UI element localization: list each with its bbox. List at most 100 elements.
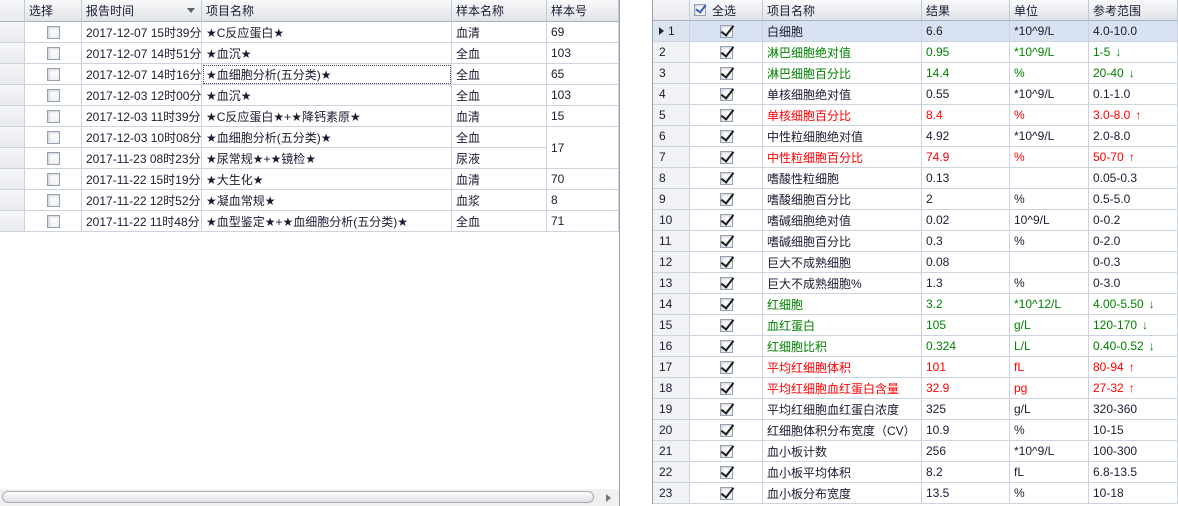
select-all-checkbox[interactable] bbox=[694, 4, 706, 16]
result-row-checkbox[interactable] bbox=[720, 340, 733, 353]
result-rownum-cell[interactable]: 4 bbox=[653, 84, 690, 105]
result-row-checkbox[interactable] bbox=[720, 445, 733, 458]
sample-name-cell[interactable]: 血清 bbox=[452, 106, 547, 127]
result-row-checkbox[interactable] bbox=[720, 256, 733, 269]
report-item-cell[interactable]: ★尿常规★+★镜检★ bbox=[202, 148, 452, 169]
result-select-cell[interactable] bbox=[690, 189, 763, 210]
sample-no-cell[interactable]: 70 bbox=[547, 169, 619, 190]
result-range-cell[interactable]: 27-32↑ bbox=[1089, 378, 1178, 399]
result-rownum-cell[interactable]: 6 bbox=[653, 126, 690, 147]
report-item-cell[interactable]: ★血细胞分析(五分类)★ bbox=[202, 64, 452, 85]
select-cell[interactable] bbox=[25, 169, 82, 190]
report-item-cell[interactable]: ★C反应蛋白★+★降钙素原★ bbox=[202, 106, 452, 127]
result-item-cell[interactable]: 血小板平均体积 bbox=[763, 462, 922, 483]
result-value-cell[interactable]: 325 bbox=[922, 399, 1010, 420]
result-unit-cell[interactable]: *10^12/L bbox=[1010, 294, 1089, 315]
result-rownum-cell[interactable]: 23 bbox=[653, 483, 690, 504]
result-range-cell[interactable]: 0.5-5.0 bbox=[1089, 189, 1178, 210]
result-range-cell[interactable]: 4.0-10.0 bbox=[1089, 21, 1178, 42]
result-rownum-cell[interactable]: 3 bbox=[653, 63, 690, 84]
report-time-cell[interactable]: 2017-12-03 12时00分 bbox=[82, 85, 202, 106]
result-unit-cell[interactable]: *10^9/L bbox=[1010, 126, 1089, 147]
result-value-cell[interactable]: 256 bbox=[922, 441, 1010, 462]
row-select-checkbox[interactable] bbox=[47, 110, 60, 123]
row-select-checkbox[interactable] bbox=[47, 152, 60, 165]
result-unit-cell[interactable]: % bbox=[1010, 231, 1089, 252]
row-select-checkbox[interactable] bbox=[47, 173, 60, 186]
sample-name-cell[interactable]: 全血 bbox=[452, 64, 547, 85]
result-row-checkbox[interactable] bbox=[720, 277, 733, 290]
result-select-cell[interactable] bbox=[690, 126, 763, 147]
result-row-checkbox[interactable] bbox=[720, 46, 733, 59]
result-value-cell[interactable]: 105 bbox=[922, 315, 1010, 336]
result-item-cell[interactable]: 单核细胞百分比 bbox=[763, 105, 922, 126]
select-cell[interactable] bbox=[25, 211, 82, 232]
result-rownum-cell[interactable]: 5 bbox=[653, 105, 690, 126]
result-select-cell[interactable] bbox=[690, 441, 763, 462]
result-unit-cell[interactable] bbox=[1010, 252, 1089, 273]
result-row-checkbox[interactable] bbox=[720, 298, 733, 311]
results-header-select-all[interactable]: 全选 bbox=[690, 0, 763, 21]
result-row-checkbox[interactable] bbox=[720, 214, 733, 227]
result-item-cell[interactable]: 红细胞 bbox=[763, 294, 922, 315]
result-rownum-cell[interactable]: 22 bbox=[653, 462, 690, 483]
result-value-cell[interactable]: 1.3 bbox=[922, 273, 1010, 294]
result-unit-cell[interactable]: % bbox=[1010, 105, 1089, 126]
result-rownum-cell[interactable]: 7 bbox=[653, 147, 690, 168]
result-item-cell[interactable]: 白细胞 bbox=[763, 21, 922, 42]
row-indicator[interactable] bbox=[0, 211, 25, 232]
result-item-cell[interactable]: 嗜酸性粒细胞 bbox=[763, 168, 922, 189]
row-indicator[interactable] bbox=[0, 64, 25, 85]
row-select-checkbox[interactable] bbox=[47, 131, 60, 144]
result-row-checkbox[interactable] bbox=[720, 235, 733, 248]
result-value-cell[interactable]: 13.5 bbox=[922, 483, 1010, 504]
result-rownum-cell[interactable]: 21 bbox=[653, 441, 690, 462]
filter-dropdown-icon[interactable] bbox=[187, 8, 195, 13]
result-item-cell[interactable]: 平均红细胞血红蛋白浓度 bbox=[763, 399, 922, 420]
result-select-cell[interactable] bbox=[690, 63, 763, 84]
result-range-cell[interactable]: 320-360 bbox=[1089, 399, 1178, 420]
result-row-checkbox[interactable] bbox=[720, 88, 733, 101]
result-unit-cell[interactable]: *10^9/L bbox=[1010, 42, 1089, 63]
result-select-cell[interactable] bbox=[690, 294, 763, 315]
result-select-cell[interactable] bbox=[690, 399, 763, 420]
result-unit-cell[interactable]: *10^9/L bbox=[1010, 441, 1089, 462]
result-rownum-cell[interactable]: 17 bbox=[653, 357, 690, 378]
sample-name-cell[interactable]: 尿液 bbox=[452, 148, 547, 169]
select-cell[interactable] bbox=[25, 22, 82, 43]
result-item-cell[interactable]: 中性粒细胞百分比 bbox=[763, 147, 922, 168]
result-item-cell[interactable]: 单核细胞绝对值 bbox=[763, 84, 922, 105]
result-rownum-cell[interactable]: 13 bbox=[653, 273, 690, 294]
row-indicator[interactable] bbox=[0, 127, 25, 148]
result-range-cell[interactable]: 0-2.0 bbox=[1089, 231, 1178, 252]
result-select-cell[interactable] bbox=[690, 483, 763, 504]
result-item-cell[interactable]: 中性粒细胞绝对值 bbox=[763, 126, 922, 147]
result-range-cell[interactable]: 0.1-1.0 bbox=[1089, 84, 1178, 105]
result-row-checkbox[interactable] bbox=[720, 403, 733, 416]
row-select-checkbox[interactable] bbox=[47, 194, 60, 207]
result-row-checkbox[interactable] bbox=[720, 130, 733, 143]
result-range-cell[interactable]: 1-5↓ bbox=[1089, 42, 1178, 63]
row-select-checkbox[interactable] bbox=[47, 26, 60, 39]
result-value-cell[interactable]: 0.55 bbox=[922, 84, 1010, 105]
result-unit-cell[interactable]: % bbox=[1010, 420, 1089, 441]
result-range-cell[interactable]: 3.0-8.0↑ bbox=[1089, 105, 1178, 126]
result-select-cell[interactable] bbox=[690, 84, 763, 105]
result-select-cell[interactable] bbox=[690, 462, 763, 483]
result-select-cell[interactable] bbox=[690, 252, 763, 273]
result-row-checkbox[interactable] bbox=[720, 319, 733, 332]
result-unit-cell[interactable] bbox=[1010, 168, 1089, 189]
report-time-cell[interactable]: 2017-12-03 11时39分 bbox=[82, 106, 202, 127]
result-row-checkbox[interactable] bbox=[720, 151, 733, 164]
report-item-cell[interactable]: ★凝血常规★ bbox=[202, 190, 452, 211]
row-indicator[interactable] bbox=[0, 169, 25, 190]
result-select-cell[interactable] bbox=[690, 357, 763, 378]
result-value-cell[interactable]: 0.13 bbox=[922, 168, 1010, 189]
result-select-cell[interactable] bbox=[690, 105, 763, 126]
result-item-cell[interactable]: 巨大不成熟细胞% bbox=[763, 273, 922, 294]
result-unit-cell[interactable]: fL bbox=[1010, 357, 1089, 378]
row-indicator[interactable] bbox=[0, 22, 25, 43]
select-cell[interactable] bbox=[25, 190, 82, 211]
row-indicator[interactable] bbox=[0, 106, 25, 127]
report-time-cell[interactable]: 2017-12-07 14时16分 bbox=[82, 64, 202, 85]
